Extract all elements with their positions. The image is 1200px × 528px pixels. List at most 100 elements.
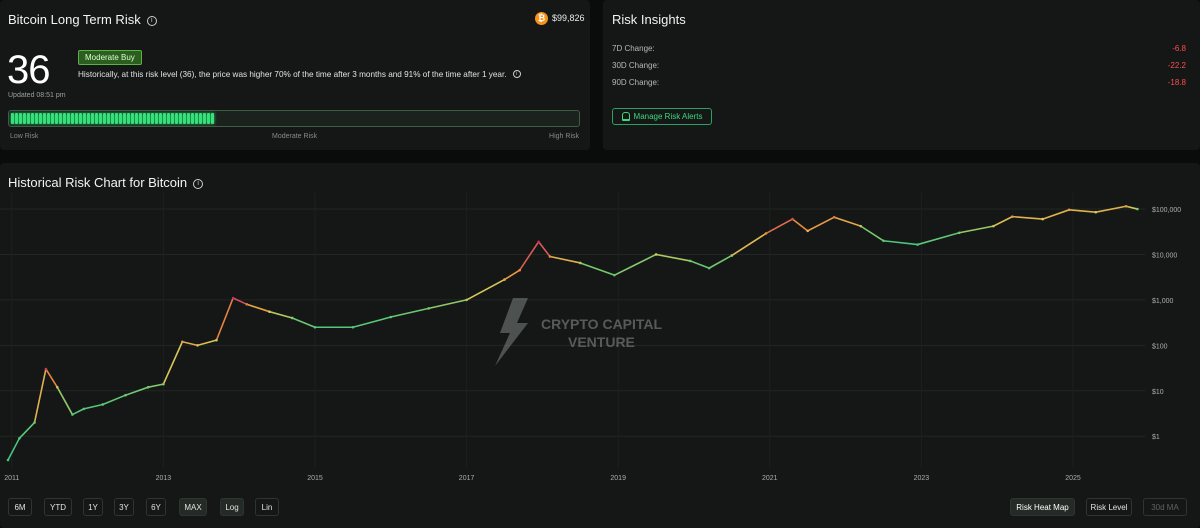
price-segment <box>147 383 165 388</box>
price-point <box>162 382 165 386</box>
risk-meter-segment <box>199 113 202 124</box>
price-point <box>1136 207 1139 211</box>
risk-meter-segment <box>115 113 118 124</box>
price-point <box>33 421 36 424</box>
info-icon[interactable]: i <box>146 16 157 26</box>
manage-risk-alerts-button[interactable]: Manage Risk Alerts <box>612 108 712 125</box>
risk-meter-segment <box>135 113 138 124</box>
timeframe-ytd-button[interactable]: YTD <box>44 498 72 516</box>
risk-meter-segment <box>35 113 38 124</box>
risk-meter-segment <box>191 113 194 124</box>
timeframe-6y-button[interactable]: 6Y <box>146 498 166 516</box>
risk-meter-segment <box>159 113 162 124</box>
x-tick-label: 2021 <box>762 475 778 482</box>
risk-meter-segment <box>87 113 90 124</box>
price-segment <box>579 262 616 276</box>
price-point <box>503 278 506 281</box>
price-point <box>215 338 218 342</box>
risk-meter-segment <box>59 113 62 124</box>
price-point <box>146 385 150 389</box>
price-point <box>957 231 961 235</box>
timeframe-max-button[interactable]: MAX <box>179 498 207 516</box>
price-point <box>313 325 317 329</box>
risk-meter-segment <box>187 113 190 124</box>
risk-meter-segment <box>131 113 134 124</box>
price-segment <box>708 254 733 269</box>
price-point <box>351 325 355 329</box>
price-point <box>707 266 711 270</box>
risk-meter-segment <box>43 113 46 124</box>
price-segment <box>549 255 582 264</box>
risk-meter-segment <box>211 113 214 124</box>
risk-meter-segment <box>23 113 26 124</box>
price-segment <box>56 386 74 416</box>
price-point <box>1124 204 1128 208</box>
risk-level-button[interactable]: Risk Level <box>1086 498 1132 516</box>
y-tick-label: $1 <box>1152 434 1160 441</box>
timeframe-3y-button[interactable]: 3Y <box>114 498 134 516</box>
risk-value: 36 <box>7 48 50 92</box>
timeframe-6m-button[interactable]: 6M <box>8 498 32 516</box>
price-point <box>613 273 616 277</box>
price-point <box>1041 217 1044 221</box>
price-segment <box>731 232 767 257</box>
risk-meter-segment <box>11 113 14 124</box>
risk-meter-segment <box>179 113 182 124</box>
risk-meter-segment <box>207 113 210 124</box>
price-point <box>688 259 692 263</box>
risk-meter <box>8 110 580 127</box>
risk-meter-segment <box>147 113 150 124</box>
risk-meter-segment <box>39 113 42 124</box>
y-tick-label: $10,000 <box>1152 252 1177 259</box>
price-point <box>268 310 271 313</box>
price-point <box>196 344 199 347</box>
risk-meter-segment <box>103 113 106 124</box>
risk-meter-segment <box>75 113 78 124</box>
risk-meter-segment <box>71 113 74 124</box>
info-icon[interactable]: i <box>512 70 521 78</box>
y-tick-label: $1,000 <box>1152 298 1174 305</box>
risk-meter-segment <box>83 113 86 124</box>
scale-log-button[interactable]: Log <box>220 498 244 516</box>
price-segment <box>268 310 294 319</box>
risk-meter-segment <box>107 113 110 124</box>
meter-label-moderate: Moderate Risk <box>272 133 318 140</box>
risk-meter-segment <box>111 113 114 124</box>
price-segment <box>806 216 836 232</box>
meter-label-low: Low Risk <box>10 133 39 140</box>
price-segment <box>465 278 506 301</box>
price-segment <box>389 307 430 318</box>
risk-meter-segment <box>31 113 34 124</box>
bell-icon <box>621 112 630 121</box>
timeframe-1y-button[interactable]: 1Y <box>83 498 103 516</box>
risk-meter-segment <box>175 113 178 124</box>
price-point <box>44 367 48 371</box>
price-point <box>389 315 393 319</box>
price-point <box>882 239 885 243</box>
price-point <box>18 437 21 440</box>
price-point <box>71 413 74 416</box>
risk-meter-segment <box>203 113 206 124</box>
price-point <box>537 240 540 244</box>
scale-lin-button[interactable]: Lin <box>255 498 279 516</box>
risk-description: Historically, at this risk level (36), t… <box>78 70 507 79</box>
risk-meter-segment <box>171 113 174 124</box>
price-point <box>181 340 184 344</box>
x-tick-label: 2011 <box>4 475 19 482</box>
risk-meter-fill <box>11 113 214 124</box>
ma-30d-button[interactable]: 30d MA <box>1143 498 1187 516</box>
risk-chart[interactable]: CRYPTO CAPITAL VENTURE $1$10$100$1,000$1… <box>0 163 1200 493</box>
price-point <box>578 261 582 265</box>
price-point <box>231 296 235 300</box>
risk-title: Bitcoin Long Term Risk <box>8 12 141 27</box>
x-tick-label: 2017 <box>459 475 475 482</box>
x-tick-label: 2019 <box>610 475 626 482</box>
risk-heat-map-button[interactable]: Risk Heat Map <box>1010 498 1075 516</box>
x-tick-label: 2025 <box>1065 475 1081 482</box>
price-point <box>791 217 794 221</box>
price-segment <box>791 218 809 232</box>
price-segment <box>427 299 468 310</box>
insight-value-30d: -22.2 <box>1167 61 1186 70</box>
price-segment <box>689 260 710 269</box>
risk-description-row: Historically, at this risk level (36), t… <box>78 70 521 79</box>
